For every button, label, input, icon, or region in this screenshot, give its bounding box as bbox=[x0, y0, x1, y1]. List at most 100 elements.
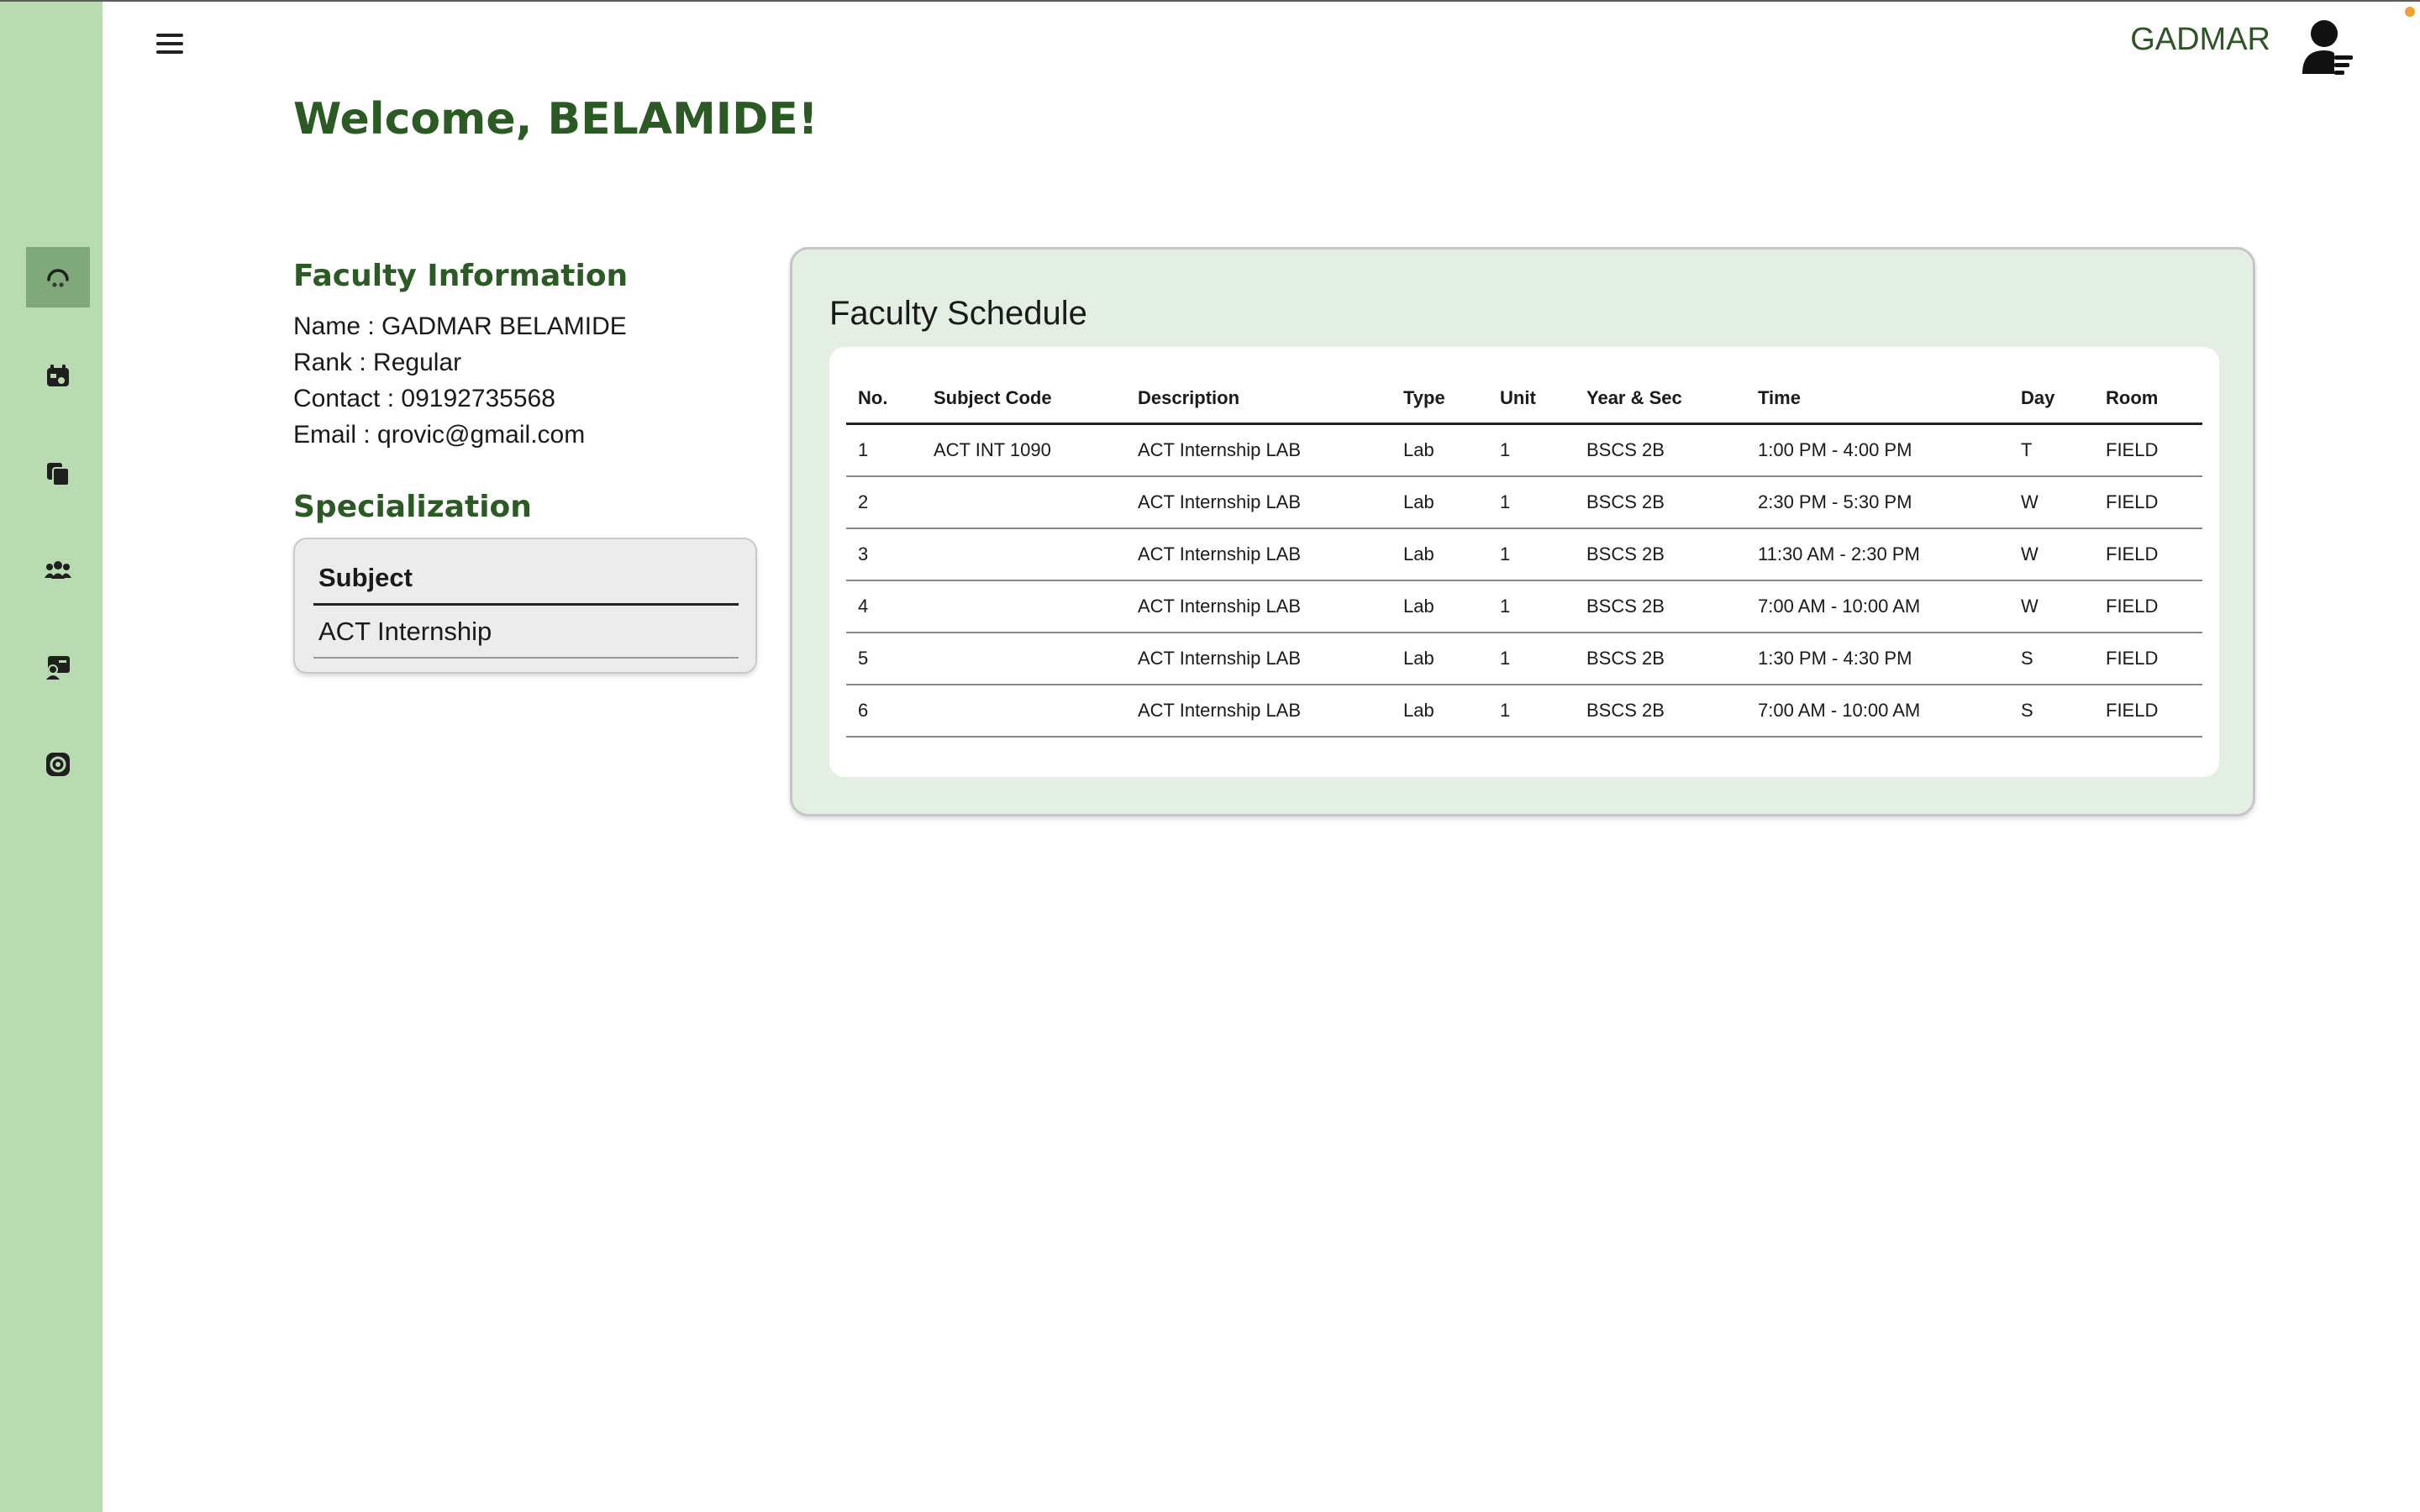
column-header: Room bbox=[2094, 374, 2202, 425]
table-cell: 7:00 AM - 10:00 AM bbox=[1746, 685, 2009, 738]
table-cell bbox=[922, 580, 1126, 633]
table-cell: 11:30 AM - 2:30 PM bbox=[1746, 528, 2009, 581]
table-cell: Lab bbox=[1392, 580, 1488, 633]
table-cell: S bbox=[2009, 633, 2094, 685]
hamburger-icon bbox=[156, 34, 183, 37]
table-cell: FIELD bbox=[2094, 685, 2202, 738]
table-cell: FIELD bbox=[2094, 633, 2202, 685]
table-cell: 6 bbox=[846, 685, 922, 738]
table-cell: W bbox=[2009, 580, 2094, 633]
table-cell: 1 bbox=[1488, 633, 1575, 685]
table-cell: 1 bbox=[1488, 528, 1575, 581]
table-cell bbox=[922, 633, 1126, 685]
table-cell: ACT Internship LAB bbox=[1126, 476, 1392, 529]
table-cell: BSCS 2B bbox=[1575, 528, 1746, 581]
table-cell: 4 bbox=[846, 580, 922, 633]
column-header: Time bbox=[1746, 374, 2009, 425]
user-avatar-button[interactable] bbox=[2301, 18, 2354, 77]
sidebar-item-files[interactable] bbox=[26, 444, 90, 504]
table-cell: 3 bbox=[846, 528, 922, 581]
table-cell: W bbox=[2009, 476, 2094, 529]
class-icon bbox=[46, 656, 70, 680]
user-name: GADMAR bbox=[2130, 22, 2270, 57]
faculty-rank: Rank : Regular bbox=[293, 349, 462, 376]
table-cell: 1 bbox=[846, 423, 922, 477]
table-cell: ACT INT 1090 bbox=[922, 423, 1126, 477]
sidebar bbox=[0, 2, 103, 1512]
notification-dot bbox=[2405, 7, 2415, 17]
users-icon bbox=[45, 561, 71, 579]
table-cell: BSCS 2B bbox=[1575, 476, 1746, 529]
table-cell: ACT Internship LAB bbox=[1126, 528, 1392, 581]
table-cell: 7:00 AM - 10:00 AM bbox=[1746, 580, 2009, 633]
table-row: 3 ACT Internship LAB Lab 1 BSCS 2B 11:30… bbox=[846, 528, 2202, 581]
table-cell: 1 bbox=[1488, 423, 1575, 477]
table-row: 4 ACT Internship LAB Lab 1 BSCS 2B 7:00 … bbox=[846, 580, 2202, 633]
table-row: 6 ACT Internship LAB Lab 1 BSCS 2B 7:00 … bbox=[846, 685, 2202, 738]
table-cell: 2 bbox=[846, 476, 922, 529]
column-header: Unit bbox=[1488, 374, 1575, 425]
table-cell: W bbox=[2009, 528, 2094, 581]
table-cell bbox=[922, 528, 1126, 581]
table-cell: Lab bbox=[1392, 423, 1488, 477]
table-cell: ACT Internship LAB bbox=[1126, 580, 1392, 633]
sidebar-item-schedule[interactable] bbox=[26, 346, 90, 407]
table-cell: T bbox=[2009, 423, 2094, 477]
column-header: Year & Sec bbox=[1575, 374, 1746, 425]
menu-toggle-button[interactable] bbox=[151, 29, 188, 59]
schedule-table-container: No. Subject Code Description Type Unit Y… bbox=[829, 347, 2219, 777]
welcome-heading: Welcome, BELAMIDE! bbox=[293, 94, 818, 144]
table-row: 1 ACT INT 1090 ACT Internship LAB Lab 1 … bbox=[846, 423, 2202, 477]
specialization-card: Subject ACT Internship bbox=[293, 538, 757, 674]
table-cell: FIELD bbox=[2094, 476, 2202, 529]
table-cell: Lab bbox=[1392, 685, 1488, 738]
user-profile-icon bbox=[2302, 20, 2353, 75]
table-cell: 5 bbox=[846, 633, 922, 685]
schedule-icon bbox=[47, 365, 69, 386]
table-cell: 1 bbox=[1488, 476, 1575, 529]
schedule-title: Faculty Schedule bbox=[829, 295, 1087, 332]
table-cell: ACT Internship LAB bbox=[1126, 423, 1392, 477]
table-cell: BSCS 2B bbox=[1575, 423, 1746, 477]
sidebar-item-settings[interactable] bbox=[26, 734, 90, 795]
table-cell: FIELD bbox=[2094, 423, 2202, 477]
files-icon bbox=[47, 463, 70, 486]
table-cell: ACT Internship LAB bbox=[1126, 685, 1392, 738]
table-cell: BSCS 2B bbox=[1575, 580, 1746, 633]
column-header: Subject Code bbox=[922, 374, 1126, 425]
table-cell: Lab bbox=[1392, 633, 1488, 685]
sidebar-item-classes[interactable] bbox=[26, 637, 90, 697]
table-cell: 1 bbox=[1488, 580, 1575, 633]
table-row: 5 ACT Internship LAB Lab 1 BSCS 2B 1:30 … bbox=[846, 633, 2202, 685]
table-cell: Lab bbox=[1392, 476, 1488, 529]
specialization-subject: ACT Internship bbox=[313, 617, 739, 659]
sidebar-item-users[interactable] bbox=[26, 540, 90, 601]
table-cell: 1:30 PM - 4:30 PM bbox=[1746, 633, 2009, 685]
column-header: No. bbox=[846, 374, 922, 425]
table-cell bbox=[922, 685, 1126, 738]
table-cell: BSCS 2B bbox=[1575, 633, 1746, 685]
table-cell: BSCS 2B bbox=[1575, 685, 1746, 738]
schedule-table: No. Subject Code Description Type Unit Y… bbox=[846, 374, 2202, 738]
table-cell: FIELD bbox=[2094, 580, 2202, 633]
settings-icon bbox=[46, 753, 70, 776]
specialization-title: Specialization bbox=[293, 490, 532, 524]
table-header-row: No. Subject Code Description Type Unit Y… bbox=[846, 374, 2202, 425]
sidebar-item-dashboard[interactable] bbox=[26, 247, 90, 307]
faculty-name: Name : GADMAR BELAMIDE bbox=[293, 312, 627, 340]
table-cell: 1 bbox=[1488, 685, 1575, 738]
table-cell: 1:00 PM - 4:00 PM bbox=[1746, 423, 2009, 477]
schedule-card: Faculty Schedule No. Subject Code Descri… bbox=[790, 247, 2255, 816]
table-cell bbox=[922, 476, 1126, 529]
table-cell: FIELD bbox=[2094, 528, 2202, 581]
top-border bbox=[0, 0, 2420, 2]
column-header: Day bbox=[2009, 374, 2094, 425]
faculty-email: Email : qrovic@gmail.com bbox=[293, 421, 586, 449]
dashboard-icon bbox=[47, 269, 69, 287]
table-cell: 2:30 PM - 5:30 PM bbox=[1746, 476, 2009, 529]
table-row: 2 ACT Internship LAB Lab 1 BSCS 2B 2:30 … bbox=[846, 476, 2202, 529]
column-header: Description bbox=[1126, 374, 1392, 425]
table-cell: ACT Internship LAB bbox=[1126, 633, 1392, 685]
specialization-header: Subject bbox=[313, 563, 739, 606]
faculty-info-title: Faculty Information bbox=[293, 259, 629, 293]
